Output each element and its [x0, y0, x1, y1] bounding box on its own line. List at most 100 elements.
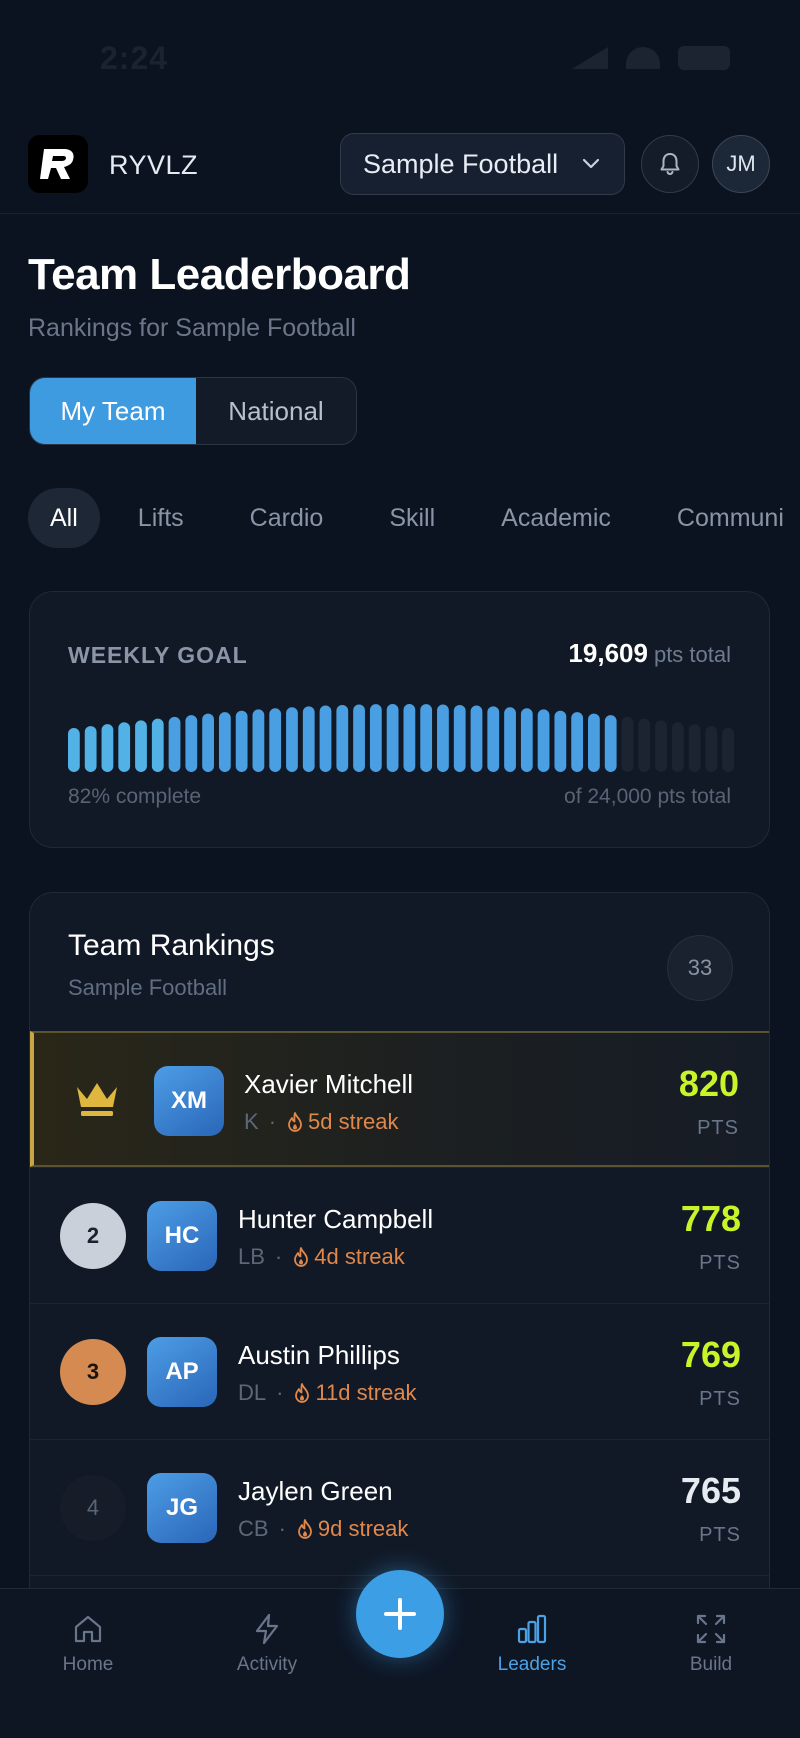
progress-bar-filled — [520, 708, 533, 772]
progress-bar-filled — [319, 705, 332, 772]
weekly-goal-label: WEEKLY GOAL — [68, 642, 248, 668]
separator-dot: · — [274, 1244, 283, 1269]
page-title: Team Leaderboard — [28, 250, 411, 299]
player-position: K — [244, 1109, 259, 1134]
player-points: 778 — [680, 1198, 741, 1239]
tab-home[interactable]: Home — [28, 1589, 148, 1699]
page-subtitle: Rankings for Sample Football — [28, 314, 356, 342]
streak-badge: 11d streak — [293, 1380, 417, 1406]
player-meta: CB · 9d streak — [238, 1516, 408, 1542]
rankings-title: Team Rankings — [68, 929, 275, 962]
progress-bar-filled — [302, 706, 315, 772]
bolt-icon — [255, 1613, 279, 1645]
progress-bar-filled — [168, 716, 181, 772]
filter-skill[interactable]: Skill — [361, 488, 463, 548]
player-meta: K · 5d streak — [244, 1109, 399, 1135]
player-name: Hunter Campbell — [238, 1204, 434, 1234]
rankings-count-badge: 33 — [667, 935, 733, 1001]
ranking-row-3[interactable]: 3 AP Austin Phillips DL · 11d streak 769… — [30, 1303, 769, 1439]
team-select-value: Sample Football — [363, 148, 559, 179]
streak-text: 5d streak — [308, 1109, 399, 1134]
scope-toggle: My Team National — [29, 377, 357, 445]
weekly-goal-total-unit: pts total — [653, 642, 731, 667]
progress-bar-filled — [571, 712, 584, 772]
player-meta: LB · 4d streak — [238, 1244, 405, 1270]
player-position: DL — [238, 1380, 267, 1405]
player-points: 820 — [678, 1063, 739, 1104]
ranking-row-4[interactable]: 4 JG Jaylen Green CB · 9d streak 765 PTS — [30, 1439, 769, 1575]
streak-text: 11d streak — [315, 1380, 417, 1405]
progress-bar-filled — [353, 704, 365, 772]
tab-activity-label: Activity — [236, 1654, 298, 1675]
filter-community[interactable]: Communi — [649, 488, 800, 548]
progress-bar-filled — [537, 709, 550, 772]
progress-bar-filled — [84, 726, 97, 772]
weekly-goal-total: 19,609 pts total — [568, 638, 731, 669]
progress-bar-filled — [369, 704, 382, 772]
filter-cardio[interactable]: Cardio — [222, 488, 352, 548]
toggle-national[interactable]: National — [196, 378, 356, 444]
bar-chart-icon — [517, 1614, 547, 1644]
home-icon — [74, 1615, 102, 1643]
rank-badge-bronze: 3 — [60, 1339, 126, 1405]
tab-leaders[interactable]: Leaders — [472, 1589, 592, 1699]
streak-text: 9d streak — [317, 1516, 409, 1541]
player-avatar: AP — [147, 1337, 217, 1407]
progress-bar-filled — [420, 704, 433, 772]
points-unit-label: PTS — [699, 1524, 741, 1546]
status-icons — [572, 46, 730, 70]
logo-r-icon — [40, 149, 74, 179]
app-logo[interactable] — [28, 135, 88, 193]
filter-lifts[interactable]: Lifts — [110, 488, 212, 548]
expand-icon — [696, 1614, 726, 1644]
progress-bar-filled — [235, 710, 248, 772]
progress-bar-filled — [185, 715, 198, 772]
progress-bar-filled — [588, 713, 600, 772]
progress-bar-filled — [218, 712, 231, 772]
points-unit-label: PTS — [699, 1388, 741, 1410]
notifications-button[interactable] — [641, 135, 699, 193]
progress-bar-filled — [68, 728, 80, 772]
filter-all[interactable]: All — [28, 488, 100, 548]
filter-academic[interactable]: Academic — [473, 488, 639, 548]
team-select-dropdown[interactable]: Sample Football — [340, 133, 625, 195]
category-filters: All Lifts Cardio Skill Academic Communi — [28, 488, 800, 548]
bell-icon — [660, 153, 680, 176]
tab-activity[interactable]: Activity — [207, 1589, 327, 1699]
rankings-subtitle: Sample Football — [68, 975, 227, 1000]
signal-icon — [572, 47, 608, 69]
user-avatar[interactable]: JM — [712, 135, 770, 193]
chevron-down-icon — [582, 158, 600, 169]
plus-icon — [384, 1598, 416, 1630]
add-button[interactable] — [356, 1570, 444, 1658]
progress-bar-filled — [470, 705, 483, 772]
crown-icon — [77, 1083, 117, 1116]
progress-bar-empty — [671, 722, 684, 772]
player-position: LB — [238, 1244, 265, 1269]
tab-build[interactable]: Build — [651, 1589, 771, 1699]
player-meta: DL · 11d streak — [238, 1380, 417, 1406]
player-name: Xavier Mitchell — [244, 1069, 414, 1099]
progress-bar-empty — [705, 726, 718, 772]
progress-bar-empty — [638, 718, 651, 772]
progress-bar-empty — [722, 728, 734, 772]
ranking-row-1[interactable]: XM Xavier Mitchell K · 5d streak 820 PTS — [30, 1031, 769, 1167]
streak-badge: 5d streak — [286, 1109, 399, 1135]
flame-icon — [288, 1112, 302, 1132]
progress-bar-filled — [135, 720, 147, 772]
progress-bar-filled — [151, 718, 164, 772]
streak-badge: 4d streak — [292, 1244, 405, 1270]
rank-badge-silver: 2 — [60, 1203, 126, 1269]
player-avatar: JG — [147, 1473, 217, 1543]
brand-name: RYVLZ — [109, 150, 199, 180]
progress-bar-filled — [286, 707, 298, 772]
tab-leaders-label: Leaders — [497, 1654, 567, 1675]
progress-bar-filled — [269, 708, 282, 772]
player-points: 765 — [680, 1470, 741, 1511]
ranking-row-2[interactable]: 2 HC Hunter Campbell LB · 4d streak 778 … — [30, 1167, 769, 1303]
toggle-my-team[interactable]: My Team — [30, 378, 196, 444]
progress-bar-filled — [554, 710, 567, 772]
separator-dot: · — [268, 1109, 277, 1134]
battery-icon — [678, 46, 730, 70]
flame-icon — [294, 1247, 309, 1267]
